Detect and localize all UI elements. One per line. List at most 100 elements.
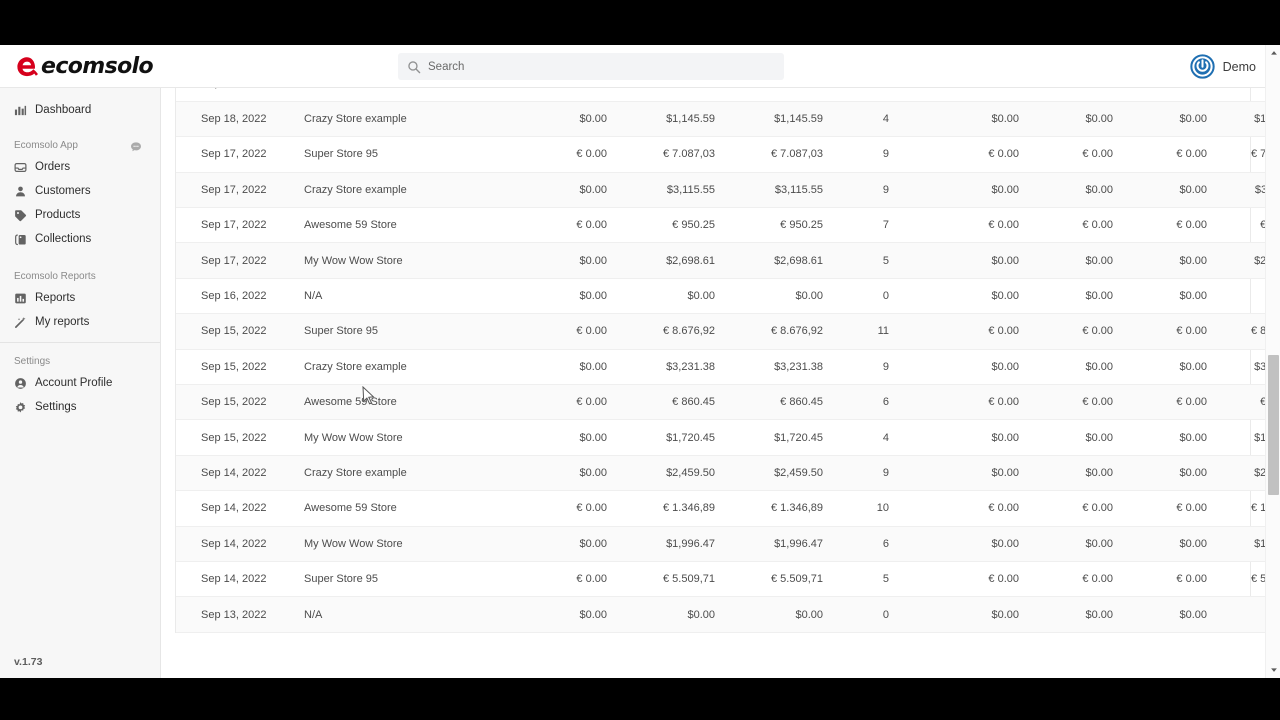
table-cell-c1: $0.00: [579, 537, 607, 550]
sidebar-item-reports[interactable]: Reports: [0, 286, 160, 310]
sidebar-item-label: Settings: [35, 401, 77, 413]
table-cell-c6: $0.00: [1179, 431, 1207, 444]
app-version-label: v.1.73: [14, 656, 43, 668]
table-row[interactable]: Sep 17, 2022 Super Store 95 € 0.00 € 7.087,…: [176, 137, 1265, 173]
table-cell-c5: $0.00: [1085, 113, 1113, 126]
table-cell-c7: € 8.676,92: [1251, 325, 1265, 338]
search-box[interactable]: [398, 53, 784, 80]
sidebar-item-label: Collections: [35, 233, 92, 245]
table-cell-c1: $0.00: [579, 290, 607, 303]
vertical-scrollbar[interactable]: [1265, 45, 1280, 678]
table-cell-c4: $0.00: [991, 113, 1019, 126]
table-row[interactable]: Sep 15, 2022 Super Store 95 € 0.00 € 8.676,…: [176, 313, 1265, 350]
table-cell-c3: $3,115.55: [774, 183, 823, 196]
table-cell-date: Sep 17, 2022: [201, 148, 267, 161]
sidebar-item-customers[interactable]: Customers: [0, 179, 160, 203]
table-cell-c5: € 0.00: [1082, 573, 1113, 586]
user-menu[interactable]: Demo: [1189, 45, 1256, 88]
table-cell-c2: € 868.53: [617, 88, 725, 101]
table-cell-qty: 5: [882, 573, 889, 586]
table-cell-date: Sep 14, 2022: [201, 573, 267, 586]
table-row[interactable]: Sep 14, 2022 My Wow Wow Store $0.00 $1,996.…: [176, 526, 1265, 562]
table-row[interactable]: Sep 18, 2022Awesome 59 Store€ 0.00€ 868.…: [176, 88, 1265, 102]
table-row[interactable]: Sep 16, 2022 N/A $0.00 $0.00 $0.00 0 $0.00 $0.0…: [176, 278, 1265, 314]
sidebar-item-settings[interactable]: Settings: [0, 395, 160, 419]
table-cell-c5: $0.00: [1085, 254, 1113, 267]
scrollbar-thumb[interactable]: [1268, 355, 1279, 495]
table-row[interactable]: Sep 17, 2022 My Wow Wow Store $0.00 $2,698.…: [176, 242, 1265, 279]
gear-icon: [14, 401, 27, 414]
table-cell-qty: 5: [882, 254, 889, 267]
table-cell-c2: € 5.509,71: [663, 573, 715, 586]
table-cell-c1: € 0.00: [509, 88, 617, 101]
scroll-down-arrow-icon[interactable]: [1266, 663, 1280, 677]
table-cell-c5: $0.00: [1085, 537, 1113, 550]
table-cell-c2: € 860.45: [672, 396, 715, 409]
table-cell-c3: $1,996.47: [774, 537, 823, 550]
table-cell-c1: $0.00: [579, 183, 607, 196]
sidebar-item-my-reports[interactable]: My reports: [0, 310, 160, 334]
sidebar-section-label: Settings: [14, 356, 51, 367]
table-cell-c1: € 0.00: [576, 502, 607, 515]
table-cell-c3: € 5.509,71: [771, 573, 823, 586]
table-cell-c4: $0.00: [991, 290, 1019, 303]
table-row[interactable]: Sep 17, 2022 Awesome 59 Store € 0.00 € 950.…: [176, 208, 1265, 243]
sidebar-item-dashboard[interactable]: Dashboard: [0, 98, 160, 122]
table-row[interactable]: Sep 15, 2022 My Wow Wow Store $0.00 $1,720.…: [176, 420, 1265, 456]
table-cell-c6: $0.00: [1179, 113, 1207, 126]
table-cell-date: Sep 14, 2022: [201, 502, 267, 515]
table-cell-c1: € 0.00: [576, 325, 607, 338]
table-cell-c5: € 0.00: [1082, 502, 1113, 515]
table-cell-qty: 9: [882, 360, 889, 373]
table-row[interactable]: Sep 18, 2022 Crazy Store example $0.00 $1,1…: [176, 101, 1265, 137]
table-cell-store: Crazy Store example: [304, 113, 407, 126]
table-row[interactable]: Sep 14, 2022 Crazy Store example $0.00 $2,4…: [176, 455, 1265, 491]
scroll-up-arrow-icon[interactable]: [1266, 46, 1280, 60]
user-name-label: Demo: [1222, 59, 1256, 74]
brand-logo[interactable]: ecomsolo: [14, 45, 174, 88]
table-cell-c5: € 0.00: [1082, 148, 1113, 161]
table-row[interactable]: Sep 14, 2022 Super Store 95 € 0.00 € 5.509,…: [176, 561, 1265, 597]
table-cell-store: N/A: [304, 290, 323, 303]
table-cell-store: Crazy Store example: [304, 466, 407, 479]
table-row[interactable]: Sep 15, 2022 Awesome 59 Store € 0.00 € 860.…: [176, 384, 1265, 420]
table-cell-date: Sep 16, 2022: [201, 290, 267, 303]
table-cell-c6: € 0.00: [1176, 396, 1207, 409]
table-cell-qty: 4: [882, 431, 889, 444]
table-cell-c6: € 0.00: [1176, 502, 1207, 515]
table-cell-c3: $1,145.59: [774, 113, 823, 126]
table-cell-c5: $0.00: [1085, 290, 1113, 303]
table-cell-date: Sep 17, 2022: [201, 219, 267, 232]
orders-table-body: Sep 18, 2022Awesome 59 Store€ 0.00€ 868.…: [176, 88, 1265, 633]
sidebar: Dashboard Ecomsolo App Orders Customers …: [0, 88, 161, 678]
table-cell-store: My Wow Wow Store: [304, 254, 403, 267]
person-icon: [14, 185, 27, 198]
table-cell-c7: $0.00: [1217, 597, 1265, 632]
table-row[interactable]: Sep 14, 2022 Awesome 59 Store € 0.00 € 1.34…: [176, 491, 1265, 527]
search-icon: [407, 60, 421, 74]
sidebar-item-collections[interactable]: Collections: [0, 227, 160, 251]
sidebar-item-label: Reports: [35, 292, 76, 304]
table-cell-store: My Wow Wow Store: [304, 537, 403, 550]
sidebar-item-label: Account Profile: [35, 377, 113, 389]
table-cell-date: Sep 18, 2022: [176, 88, 294, 101]
sidebar-item-orders[interactable]: Orders: [0, 155, 160, 179]
table-cell-c6: $0.00: [1179, 466, 1207, 479]
table-row[interactable]: Sep 15, 2022 Crazy Store example $0.00 $3,2…: [176, 349, 1265, 385]
brand-name: ecomsolo: [41, 53, 154, 79]
table-cell-c3: $2,698.61: [774, 254, 823, 267]
table-cell-store: Awesome 59 Store: [304, 219, 397, 232]
table-cell-c1: € 0.00: [576, 573, 607, 586]
table-row[interactable]: Sep 13, 2022 N/A $0.00 $0.00 $0.00 0 $0.00 $0.0…: [176, 596, 1265, 633]
table-cell-c2: € 7.087,03: [663, 148, 715, 161]
search-input[interactable]: [428, 60, 758, 73]
chat-bubble-icon[interactable]: [130, 140, 142, 152]
table-cell-date: Sep 15, 2022: [201, 360, 267, 373]
sidebar-item-account-profile[interactable]: Account Profile: [0, 371, 160, 395]
table-cell-date: Sep 17, 2022: [201, 183, 267, 196]
table-cell-c3: € 868.53: [725, 88, 833, 101]
sidebar-item-products[interactable]: Products: [0, 203, 160, 227]
table-row[interactable]: Sep 17, 2022 Crazy Store example $0.00 $3,1…: [176, 172, 1265, 208]
table-cell-c1: $0.00: [579, 113, 607, 126]
table-cell-c2: $2,459.50: [666, 466, 715, 479]
